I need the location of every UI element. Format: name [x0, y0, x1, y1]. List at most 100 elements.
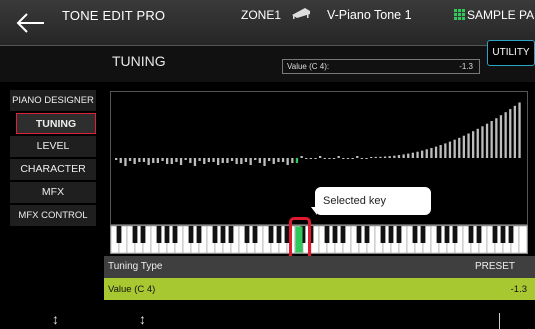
black-key[interactable] — [252, 226, 258, 243]
black-key[interactable] — [492, 226, 498, 243]
tuning-bar — [462, 135, 465, 158]
tuning-bar — [402, 154, 405, 158]
black-key[interactable] — [268, 226, 274, 243]
black-key[interactable] — [212, 226, 218, 243]
sidebar-item-level[interactable]: LEVEL — [10, 136, 96, 157]
black-key[interactable] — [380, 226, 386, 243]
tuning-bar — [175, 158, 178, 162]
tuning-bar — [490, 121, 493, 158]
sidebar-item-character[interactable]: CHARACTER — [10, 159, 96, 180]
black-key[interactable] — [500, 226, 506, 243]
black-key[interactable] — [388, 226, 394, 243]
black-key[interactable] — [172, 226, 178, 243]
black-key[interactable] — [340, 226, 346, 243]
black-key[interactable] — [356, 226, 362, 243]
tuning-type-row[interactable]: Tuning Type PRESET — [104, 256, 535, 278]
black-key[interactable] — [412, 226, 418, 243]
sample-pad-button[interactable]: SAMPLE PAD — [454, 8, 535, 22]
white-key[interactable] — [518, 225, 528, 254]
tuning-bar — [240, 158, 243, 164]
black-key[interactable] — [436, 226, 442, 243]
sidebar-item-mfx[interactable]: MFX — [10, 182, 96, 203]
black-key[interactable] — [468, 226, 474, 243]
value-readout-label: Value (C 4): — [287, 62, 330, 71]
tuning-bar — [365, 158, 368, 159]
knob1-updown-icon[interactable]: ↕ — [52, 312, 59, 326]
black-key[interactable] — [116, 226, 122, 243]
top-bar: TONE EDIT PRO ZONE1 V-Piano Tone 1 SAMPL… — [0, 0, 535, 46]
tuning-bar — [379, 156, 382, 158]
tuning-bar — [142, 158, 146, 162]
tuning-bar — [416, 151, 419, 158]
keyboard[interactable] — [110, 225, 528, 254]
black-key[interactable] — [332, 226, 338, 243]
tuning-bar — [407, 153, 410, 158]
back-arrow-icon[interactable] — [10, 10, 50, 36]
tuning-bar — [277, 158, 280, 162]
tuning-bar — [133, 158, 136, 164]
tuning-bar — [453, 139, 456, 158]
sidebar-item-mfx-control[interactable]: MFX CONTROL — [10, 205, 96, 226]
tuning-bar — [212, 158, 215, 162]
tuning-bar — [328, 158, 331, 159]
footer-divider — [499, 313, 500, 329]
black-key[interactable] — [276, 226, 282, 243]
black-key[interactable] — [188, 226, 194, 243]
tuning-bar — [504, 112, 507, 158]
sidebar-menu: PIANO DESIGNER TUNING LEVEL CHARACTER MF… — [10, 90, 96, 228]
black-key[interactable] — [140, 226, 146, 243]
tuning-bar — [509, 109, 512, 158]
keyboard-keys — [110, 225, 528, 254]
tuning-bar — [152, 158, 155, 163]
black-key[interactable] — [452, 226, 458, 243]
black-key[interactable] — [324, 226, 330, 243]
tuning-bar — [281, 158, 285, 162]
tuning-bar — [184, 158, 187, 160]
black-key[interactable] — [156, 226, 162, 243]
tuning-bar — [393, 155, 396, 158]
sidebar-item-tuning[interactable]: TUNING — [16, 113, 96, 134]
tuning-bar — [309, 158, 312, 159]
value-row[interactable]: Value (C 4) -1.3 — [104, 278, 535, 300]
tuning-bar — [370, 157, 373, 158]
tuning-bar — [467, 133, 470, 158]
black-key[interactable] — [220, 226, 226, 243]
black-key[interactable] — [228, 226, 234, 243]
sidebar-item-piano-designer[interactable]: PIANO DESIGNER — [10, 90, 96, 111]
black-key[interactable] — [132, 226, 138, 243]
tuning-bar — [254, 158, 257, 160]
tuning-bar — [351, 158, 354, 159]
tuning-bar — [115, 158, 118, 160]
black-key[interactable] — [244, 226, 250, 243]
black-key[interactable] — [396, 226, 402, 243]
tuning-bar — [319, 156, 322, 158]
tuning-bar — [495, 118, 498, 158]
black-key[interactable] — [476, 226, 482, 243]
tuning-bar — [411, 152, 414, 158]
tuning-bar — [138, 158, 141, 162]
utility-button[interactable]: UTILITY — [487, 40, 535, 66]
tuning-bar — [356, 156, 359, 158]
black-key[interactable] — [164, 226, 170, 243]
tuning-bar — [193, 158, 197, 166]
black-key[interactable] — [420, 226, 426, 243]
tuning-bar — [286, 158, 289, 165]
sample-pad-label: SAMPLE PAD — [467, 8, 535, 22]
zone-label: ZONE1 — [241, 8, 282, 22]
tuning-bar — [119, 158, 122, 163]
black-key[interactable] — [364, 226, 370, 243]
tuning-bar — [444, 143, 447, 158]
knob2-updown-icon[interactable]: ↕ — [139, 312, 146, 326]
tuning-bar — [481, 126, 484, 158]
tuning-bar — [476, 128, 479, 158]
tuning-bar — [346, 158, 350, 159]
tuning-bar — [268, 158, 271, 161]
tuning-bar — [383, 156, 387, 158]
black-key[interactable] — [196, 226, 202, 243]
tuning-bar — [513, 105, 516, 158]
tuning-bar — [397, 155, 401, 158]
tone-name[interactable]: V-Piano Tone 1 — [327, 8, 412, 22]
black-key[interactable] — [508, 226, 514, 243]
black-key[interactable] — [444, 226, 450, 243]
tuning-bar — [217, 158, 220, 165]
